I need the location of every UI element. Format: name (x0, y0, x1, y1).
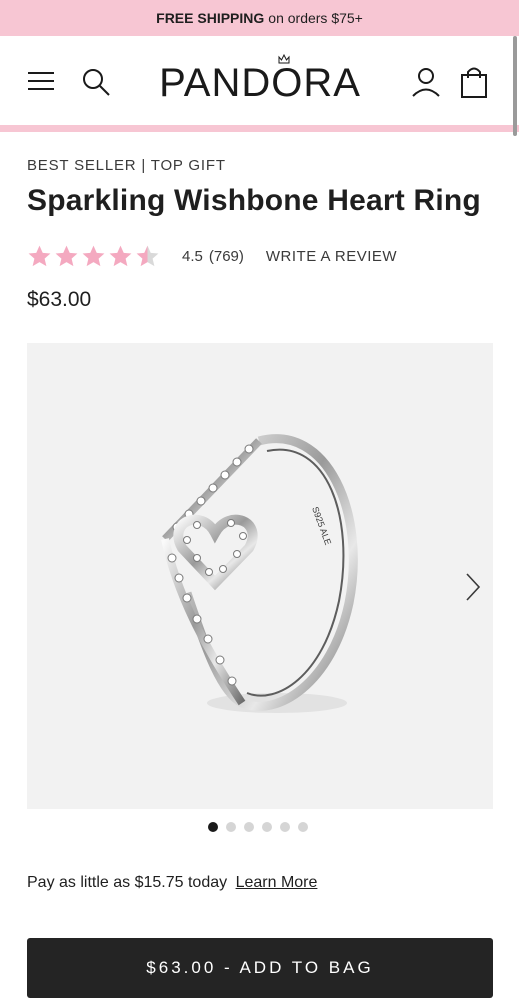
gallery-dot[interactable] (208, 822, 218, 832)
star-icon (82, 245, 105, 266)
star-icon (55, 245, 78, 266)
pandora-logo[interactable]: PANDORA (152, 58, 368, 108)
header-divider (0, 125, 519, 132)
gallery-pagination (208, 822, 308, 832)
product-title: Sparkling Wishbone Heart Ring (27, 184, 481, 217)
bag-icon[interactable] (458, 66, 490, 98)
star-rating[interactable] (27, 244, 160, 269)
product-badge: BEST SELLER | TOP GIFT (27, 157, 226, 174)
add-to-bag-button[interactable]: $63.00 - ADD TO BAG (27, 938, 493, 998)
search-icon[interactable] (80, 66, 112, 98)
menu-icon[interactable] (26, 66, 56, 96)
write-review-link[interactable]: WRITE A REVIEW (266, 248, 397, 265)
rating-value: 4.5 (182, 247, 203, 265)
next-image-chevron-right-icon[interactable] (457, 570, 487, 604)
ring-image: S925 ALE (161, 434, 358, 713)
promo-text: on orders $75+ (268, 10, 363, 26)
site-header: PANDORA (0, 36, 519, 126)
gallery-dot[interactable] (244, 822, 254, 832)
gallery-dot[interactable] (262, 822, 272, 832)
ring-engraving: S925 ALE (310, 505, 333, 546)
account-icon[interactable] (410, 66, 442, 98)
half-star-icon (136, 245, 159, 266)
promo-bold-text: FREE SHIPPING (156, 10, 265, 26)
rating-row: 4.5 (769) WRITE A REVIEW (27, 240, 397, 272)
star-icon (28, 245, 51, 266)
product-image-gallery[interactable]: S925 ALE (27, 343, 493, 809)
learn-more-link[interactable]: Learn More (236, 874, 318, 891)
promo-banner: FREE SHIPPING on orders $75+ (0, 0, 519, 36)
gallery-dot[interactable] (226, 822, 236, 832)
star-icon (109, 245, 132, 266)
scrollbar[interactable] (513, 36, 517, 136)
installment-text: Pay as little as $15.75 today (27, 874, 228, 891)
gallery-dot[interactable] (280, 822, 290, 832)
gallery-dot[interactable] (298, 822, 308, 832)
installment-message: Pay as little as $15.75 today Learn More (27, 874, 317, 892)
product-price: $63.00 (27, 288, 92, 311)
review-count[interactable]: (769) (209, 248, 244, 265)
